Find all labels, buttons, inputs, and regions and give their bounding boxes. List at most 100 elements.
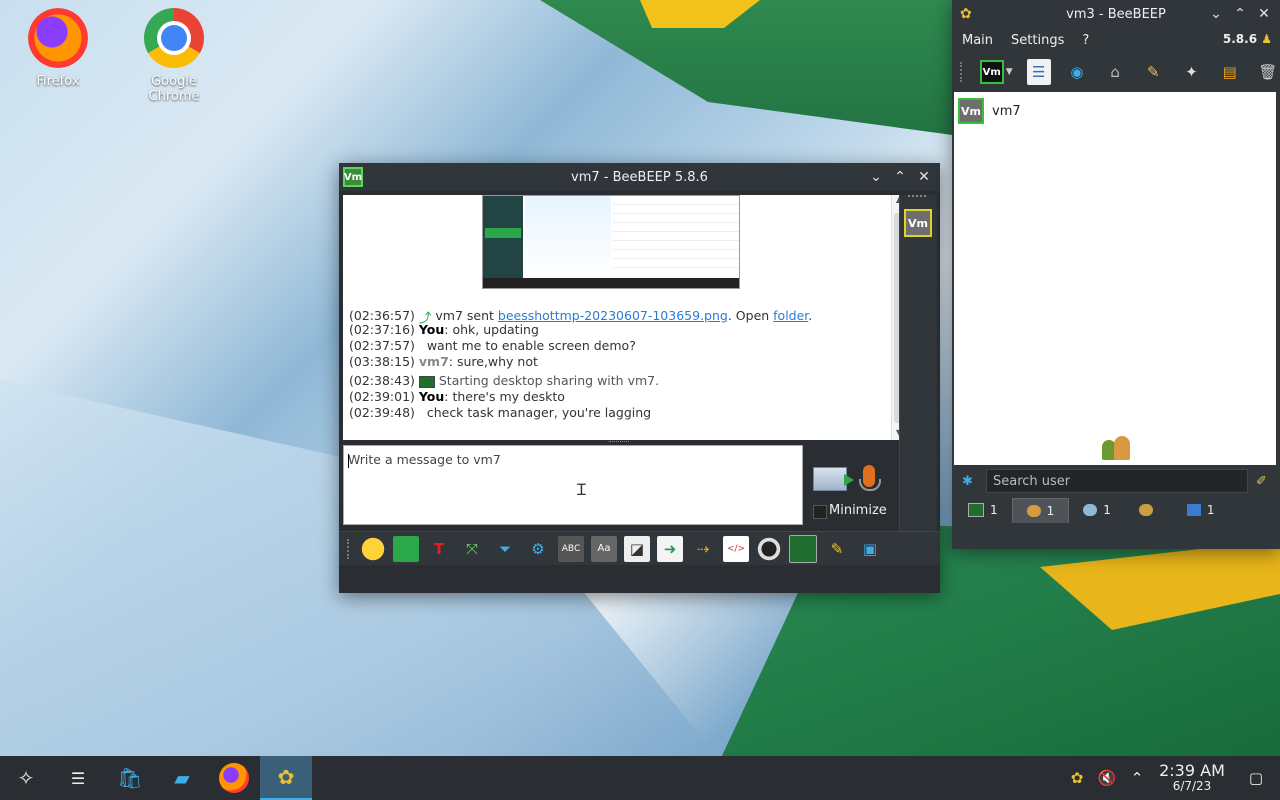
chat-toolbar: T ⤧ ⏷ ⚙ ABC Aa ◪ ➜ ⇢ </> ✎ ▣ <box>339 531 940 565</box>
broadcast-icon[interactable]: ◉ <box>1065 59 1089 85</box>
emoticon-icon[interactable] <box>360 535 386 562</box>
edit-icon[interactable]: ✎ <box>824 536 850 562</box>
search-options-icon[interactable]: ✱ <box>962 474 973 489</box>
file-manager-icon[interactable]: ▰ <box>156 756 208 800</box>
filter-icon[interactable]: ⏷ <box>492 536 518 562</box>
desktop-icon-chrome[interactable]: Google Chrome <box>124 8 224 104</box>
tab-files[interactable]: 1 <box>1173 498 1229 522</box>
main-tabs: 1 1 1 1 <box>954 498 1276 524</box>
user-list[interactable]: Vm vm7 <box>954 92 1276 465</box>
minimize-button[interactable]: ⌄ <box>1206 4 1226 24</box>
desktop-share-icon <box>418 375 435 388</box>
show-desktop-icon[interactable]: ▢ <box>1232 756 1280 800</box>
share-icon[interactable]: ⤧ <box>459 536 485 562</box>
message-line: (02:38:43) Starting desktop sharing with… <box>349 373 660 388</box>
vm-badge: Vm <box>343 167 363 187</box>
spellcheck-icon[interactable]: ABC <box>558 535 584 562</box>
maximize-button[interactable]: ⌃ <box>890 167 910 187</box>
system-tray: ✿ 🔇 ⌃ 2:39 AM 6/7/23 ▢ <box>1062 756 1280 800</box>
close-button[interactable]: ✕ <box>914 167 934 187</box>
text-cursor-icon: Ɪ <box>577 480 586 499</box>
volume-muted-icon[interactable]: 🔇 <box>1092 756 1122 800</box>
download-folder-icon[interactable]: ▤ <box>1218 59 1242 85</box>
message-icon <box>1083 504 1098 516</box>
search-user-input[interactable]: Search user <box>986 469 1248 493</box>
write-message-icon[interactable]: ✎ <box>1141 59 1165 85</box>
message-line: (02:37:57) want me to enable screen demo… <box>349 338 636 353</box>
chrome-icon <box>144 8 204 68</box>
chat-titlebar[interactable]: Vm vm7 - BeeBEEP 5.8.6 ⌄ ⌃ ✕ <box>339 163 940 191</box>
tab-users[interactable]: 1 <box>1011 498 1070 523</box>
chevron-up-icon[interactable]: ⌃ <box>1122 756 1152 800</box>
main-titlebar[interactable]: ✿ vm3 - BeeBEEP ⌄ ⌃ ✕ <box>952 0 1280 28</box>
file-link[interactable]: beesshottmp-20230607-103659.png <box>498 308 728 323</box>
tab-groups[interactable] <box>1125 498 1173 522</box>
font-icon[interactable]: Aa <box>591 535 617 562</box>
minimize-checkbox[interactable] <box>813 505 827 519</box>
menu-settings[interactable]: Settings <box>1011 33 1064 48</box>
chat-window: Vm vm7 - BeeBEEP 5.8.6 ⌄ ⌃ ✕ (02:36:57) … <box>339 163 940 593</box>
message-line: (03:38:15) vm7: sure,why not <box>349 354 538 369</box>
profile-icon[interactable]: ☰ <box>1026 59 1051 85</box>
settings-icon[interactable]: ⚙ <box>525 536 551 562</box>
tab-chats[interactable]: 1 <box>954 498 1012 522</box>
message-input[interactable]: Write a message to vm7 Ɪ <box>343 445 803 525</box>
firefox-icon <box>28 8 88 68</box>
app-launcher-icon[interactable]: ✧ <box>0 756 52 800</box>
clock-time: 2:39 AM <box>1159 761 1225 781</box>
users-icon <box>1026 505 1041 517</box>
member-avatar[interactable]: Vm <box>904 209 932 237</box>
tab-messages[interactable]: 1 <box>1069 498 1125 522</box>
network-icon[interactable]: ✦ <box>1179 59 1203 85</box>
status-bar <box>339 565 940 593</box>
menu-main[interactable]: Main <box>962 33 993 48</box>
clear-icon[interactable]: ◪ <box>624 535 650 562</box>
taskbar: ✧ ☰ 🛍 ▰ ✿ ✿ 🔇 ⌃ 2:39 AM 6/7/23 ▢ <box>0 756 1280 800</box>
message-history[interactable]: (02:36:57) ⤴ vm7 sent beesshottmp-202306… <box>343 195 891 440</box>
message-line: (02:39:01) You: there's my deskto <box>349 389 565 404</box>
groups-icon <box>1138 504 1153 516</box>
send-message-icon[interactable] <box>813 467 854 491</box>
version-label: 5.8.6 ♟ <box>1222 32 1272 46</box>
send-file-icon[interactable]: ➜ <box>657 535 683 562</box>
wallpaper-shape <box>540 0 960 136</box>
window-title: vm7 - BeeBEEP 5.8.6 <box>571 169 708 185</box>
font-color-icon[interactable]: T <box>426 536 452 562</box>
status-dropdown[interactable]: Vm ▼ <box>979 60 1013 84</box>
beebeep-taskbar-icon[interactable]: ✿ <box>260 756 312 800</box>
files-icon <box>1186 504 1201 516</box>
home-icon[interactable]: ⌂ <box>1103 59 1127 85</box>
user-list-item[interactable]: Vm vm7 <box>958 98 1021 124</box>
maximize-button[interactable]: ⌃ <box>1230 4 1250 24</box>
file-transfer-icon[interactable]: ⇢ <box>690 536 716 562</box>
clear-search-icon[interactable]: ✐ <box>1256 474 1267 489</box>
clock[interactable]: 2:39 AM 6/7/23 <box>1152 761 1232 794</box>
screenshot-icon[interactable] <box>756 535 782 562</box>
clock-date: 6/7/23 <box>1172 779 1212 794</box>
folder-link[interactable]: folder <box>773 308 808 323</box>
software-center-icon[interactable]: 🛍 <box>104 756 156 800</box>
minimize-label: Minimize <box>829 503 887 518</box>
close-button[interactable]: ✕ <box>1254 4 1274 24</box>
users-icon <box>1102 436 1132 462</box>
user-name: vm7 <box>992 103 1021 119</box>
desktop-icon-label: Google Chrome <box>148 74 200 104</box>
settings-sliders-icon[interactable]: ☰ <box>52 756 104 800</box>
firefox-taskbar-icon[interactable] <box>208 756 260 800</box>
mail-icon[interactable] <box>393 535 419 562</box>
window-icon[interactable]: ▣ <box>857 536 883 562</box>
toolbar-grip[interactable] <box>347 538 353 559</box>
minimize-button[interactable]: ⌄ <box>866 167 886 187</box>
trash-icon[interactable]: 🗑 <box>1256 59 1280 85</box>
toolbar-grip[interactable] <box>960 62 966 82</box>
desktop-icon-firefox[interactable]: Firefox <box>8 8 108 89</box>
shared-screenshot-image[interactable] <box>482 195 740 289</box>
desktop-share-icon[interactable] <box>789 534 817 563</box>
menu-help[interactable]: ? <box>1082 33 1089 48</box>
bee-tray-icon[interactable]: ✿ <box>1062 756 1092 800</box>
my-avatar: Vm <box>979 60 1004 84</box>
beebeep-main-window: ✿ vm3 - BeeBEEP ⌄ ⌃ ✕ Main Settings ? 5.… <box>952 0 1280 549</box>
microphone-icon[interactable] <box>859 465 881 491</box>
bee-icon: ✿ <box>960 6 972 22</box>
html-icon[interactable]: </> <box>723 535 749 562</box>
